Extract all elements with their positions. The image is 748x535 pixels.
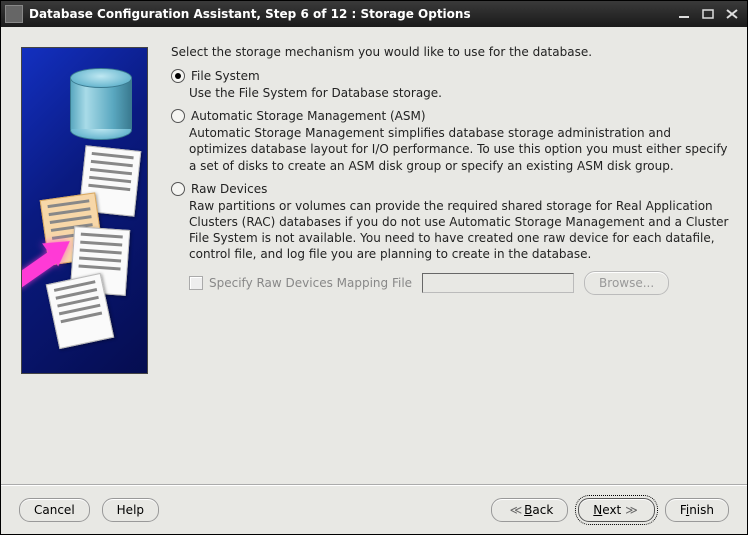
radio-filesystem[interactable] (171, 69, 185, 83)
label-specify-mapping: Specify Raw Devices Mapping File (209, 276, 412, 290)
radio-asm[interactable] (171, 109, 185, 123)
finish-button[interactable]: Finish (665, 498, 729, 522)
radio-raw[interactable] (171, 182, 185, 196)
app-icon (5, 5, 23, 23)
option-desc-filesystem: Use the File System for Database storage… (189, 85, 729, 101)
next-button[interactable]: Next ≫ (578, 498, 655, 522)
cancel-button[interactable]: Cancel (19, 498, 90, 522)
option-desc-asm: Automatic Storage Management simplifies … (189, 125, 729, 174)
option-asm: Automatic Storage Management (ASM) Autom… (171, 109, 729, 174)
back-label: Back (524, 503, 553, 517)
raw-mapping-row: Specify Raw Devices Mapping File Browse.… (189, 271, 729, 295)
window: Database Configuration Assistant, Step 6… (0, 0, 748, 535)
close-button[interactable] (721, 5, 743, 23)
titlebar: Database Configuration Assistant, Step 6… (1, 1, 747, 27)
wizard-graphic (21, 47, 148, 374)
chevron-right-icon: ≫ (625, 503, 636, 517)
checkbox-specify-mapping[interactable] (189, 276, 203, 290)
option-title-raw[interactable]: Raw Devices (191, 182, 267, 196)
input-mapping-file[interactable] (422, 273, 574, 293)
window-title: Database Configuration Assistant, Step 6… (29, 7, 671, 21)
intro-text: Select the storage mechanism you would l… (171, 45, 729, 59)
minimize-button[interactable] (673, 5, 695, 23)
content-area: Select the storage mechanism you would l… (1, 27, 747, 484)
wizard-sidebar (1, 27, 161, 484)
finish-label: Finish (680, 503, 714, 517)
database-cylinder-icon (70, 68, 130, 138)
option-filesystem: File System Use the File System for Data… (171, 69, 729, 101)
browse-button[interactable]: Browse... (584, 271, 669, 295)
back-button[interactable]: ≪ Back (491, 498, 569, 522)
option-desc-raw: Raw partitions or volumes can provide th… (189, 198, 729, 263)
next-label: Next (593, 503, 621, 517)
main-panel: Select the storage mechanism you would l… (161, 27, 747, 484)
option-title-filesystem[interactable]: File System (191, 69, 260, 83)
maximize-button[interactable] (697, 5, 719, 23)
option-raw: Raw Devices Raw partitions or volumes ca… (171, 182, 729, 295)
option-title-asm[interactable]: Automatic Storage Management (ASM) (191, 109, 426, 123)
help-button[interactable]: Help (102, 498, 159, 522)
chevron-left-icon: ≪ (510, 503, 521, 517)
wizard-footer: Cancel Help ≪ Back Next ≫ Finish (1, 484, 747, 534)
